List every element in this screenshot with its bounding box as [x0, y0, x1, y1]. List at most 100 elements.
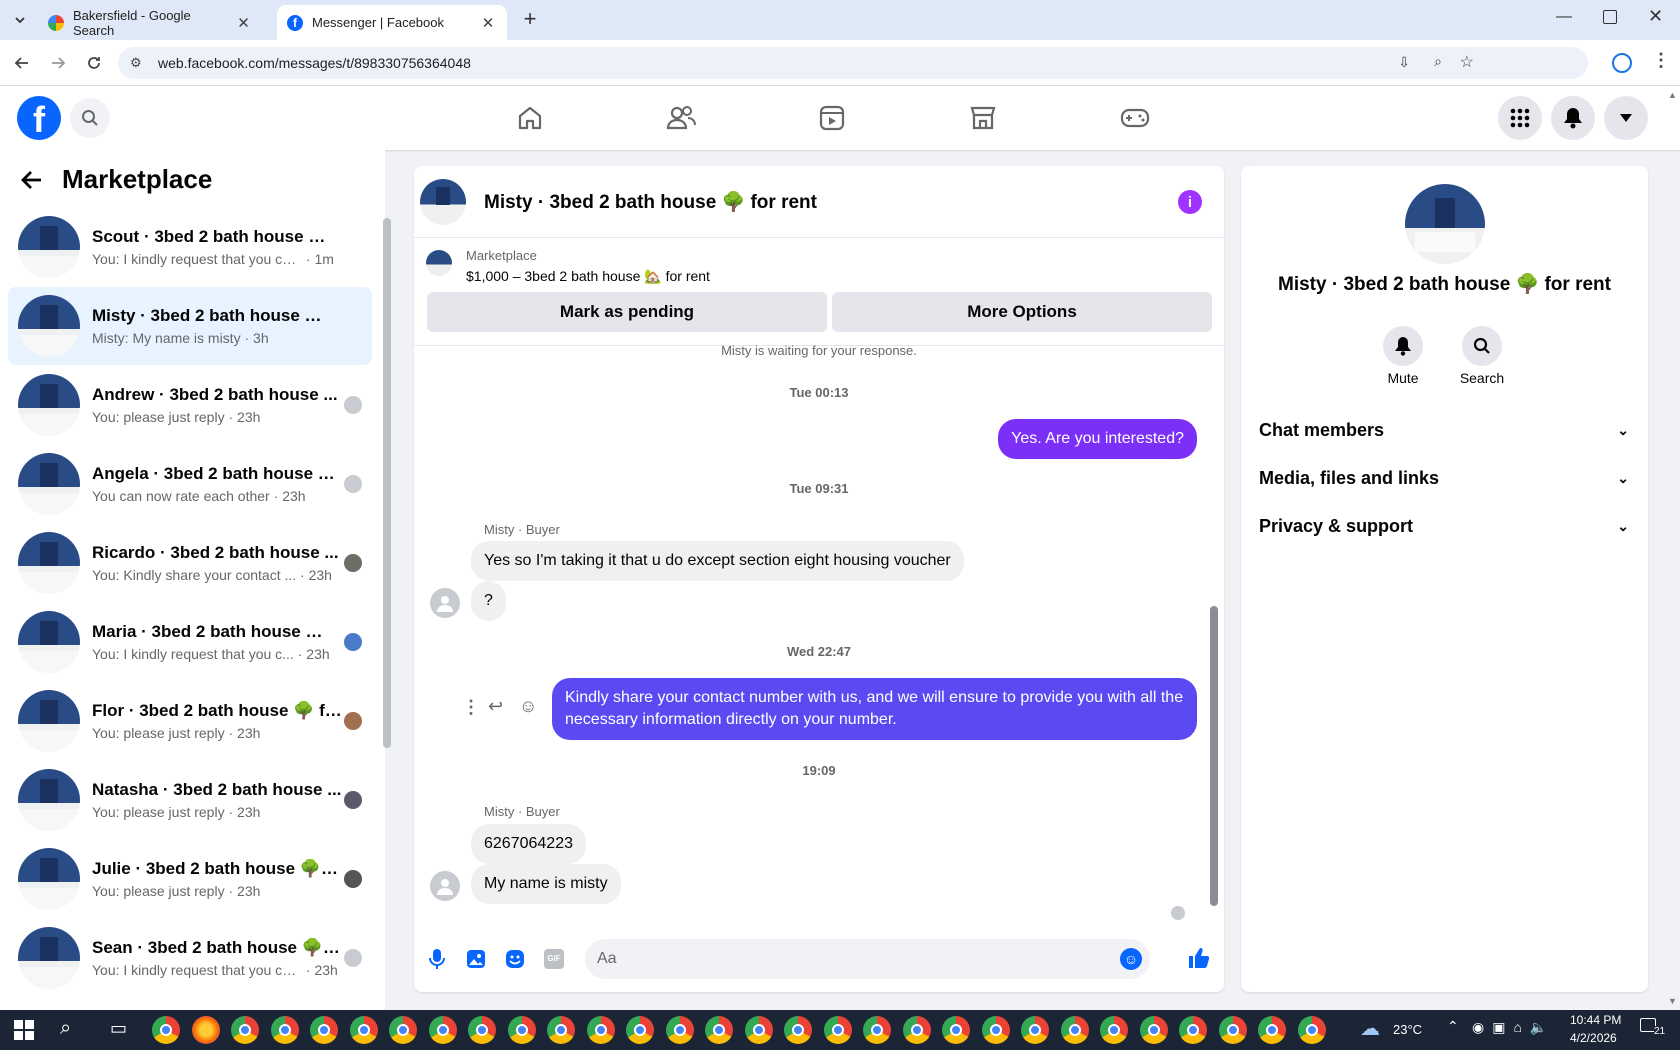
chrome-taskbar-icon[interactable] — [784, 1016, 812, 1044]
notifications-button[interactable] — [1551, 96, 1595, 140]
forward-button[interactable] — [44, 49, 72, 77]
sticker-icon[interactable] — [505, 949, 525, 969]
nav-video[interactable] — [777, 90, 887, 146]
task-view-icon[interactable]: ▭ — [110, 1018, 127, 1039]
chat-avatar[interactable] — [420, 179, 466, 225]
emoji-icon[interactable]: ☺ — [1120, 948, 1142, 970]
like-thumbs-up-icon[interactable] — [1187, 946, 1211, 970]
chat-title[interactable]: Misty · 3bed 2 bath house 🌳 for rent — [484, 190, 817, 214]
tray-icons[interactable]: ◉▣⌂🔈 — [1472, 1019, 1555, 1036]
outgoing-message[interactable]: Yes. Are you interested? — [998, 419, 1197, 459]
chat-scrollbar[interactable] — [1210, 606, 1218, 906]
gif-icon[interactable]: GIF — [544, 949, 564, 969]
back-arrow-button[interactable] — [20, 168, 50, 198]
zoom-icon[interactable]: ⌕ — [1434, 53, 1442, 70]
chrome-taskbar-icon[interactable] — [863, 1016, 891, 1044]
incoming-message[interactable]: 6267064223 — [471, 824, 586, 864]
conversation-item[interactable]: Andrew · 3bed 2 bath house ... You: pleas… — [8, 366, 372, 444]
section-privacy-support[interactable]: Privacy & support ⌄ — [1259, 516, 1629, 537]
chrome-taskbar-icon[interactable] — [1179, 1016, 1207, 1044]
tab-list-dropdown[interactable] — [8, 8, 32, 32]
listing-thumbnail[interactable] — [426, 250, 452, 276]
conversation-item[interactable]: Sean · 3bed 2 bath house 🌳 for ... You: I… — [8, 919, 372, 997]
minimize-button[interactable]: — — [1556, 8, 1576, 28]
more-options-button[interactable]: More Options — [832, 292, 1212, 332]
chrome-taskbar-icon[interactable] — [428, 1016, 457, 1044]
clock-time[interactable]: 10:44 PM — [1570, 1013, 1621, 1027]
nav-gaming[interactable] — [1080, 90, 1190, 146]
section-media-files-links[interactable]: Media, files and links ⌄ — [1259, 468, 1629, 489]
chrome-taskbar-icon[interactable] — [705, 1016, 733, 1044]
new-tab-button[interactable]: + — [518, 8, 542, 32]
conversation-item[interactable]: Natasha · 3bed 2 bath house ... You: plea… — [8, 761, 372, 839]
voice-clip-icon[interactable] — [428, 948, 446, 970]
photo-icon[interactable] — [466, 949, 486, 969]
bookmark-star-icon[interactable]: ☆ — [1460, 52, 1474, 72]
chrome-taskbar-icon[interactable] — [1218, 1016, 1247, 1044]
chrome-taskbar-icon[interactable] — [942, 1016, 970, 1044]
profile-icon[interactable] — [1612, 53, 1632, 73]
weather-temperature[interactable]: 23°C — [1393, 1022, 1422, 1037]
reply-icon[interactable]: ↩ — [488, 696, 503, 717]
page-scroll-up-arrow[interactable]: ▲ — [1668, 90, 1677, 100]
mark-as-pending-button[interactable]: Mark as pending — [427, 292, 827, 332]
chrome-taskbar-icon[interactable] — [231, 1016, 259, 1044]
nav-friends[interactable] — [626, 90, 736, 146]
chrome-taskbar-icon[interactable] — [152, 1016, 180, 1044]
chrome-taskbar-icon[interactable] — [270, 1016, 299, 1044]
chrome-taskbar-icon[interactable] — [1021, 1016, 1049, 1044]
close-tab-icon[interactable]: ✕ — [479, 14, 497, 32]
search-facebook-button[interactable] — [70, 98, 110, 138]
close-window-button[interactable]: ✕ — [1648, 6, 1663, 27]
chrome-taskbar-icon[interactable] — [586, 1016, 615, 1044]
chrome-taskbar-icon[interactable] — [823, 1016, 852, 1044]
search-in-conversation-button[interactable] — [1462, 326, 1502, 366]
chrome-taskbar-icon[interactable] — [1258, 1016, 1286, 1044]
chrome-taskbar-icon[interactable] — [547, 1016, 575, 1044]
conversation-info-button[interactable]: i — [1178, 190, 1202, 214]
chrome-taskbar-icon[interactable] — [310, 1016, 338, 1044]
message-input[interactable]: Aa ☺ — [585, 939, 1150, 979]
outgoing-message[interactable]: Kindly share your contact number with us… — [552, 678, 1197, 740]
conversation-item[interactable]: Misty · 3bed 2 bath house 🌳 for... Misty:… — [8, 287, 372, 365]
chrome-taskbar-icon[interactable] — [349, 1016, 378, 1044]
back-button[interactable] — [8, 49, 36, 77]
menu-button[interactable] — [1498, 96, 1542, 140]
chrome-taskbar-icon[interactable] — [389, 1016, 417, 1044]
tab-google-search[interactable]: Bakersfield - Google Search ✕ — [38, 5, 262, 40]
url-bar[interactable]: ⚙ web.facebook.com/messages/t/8983307563… — [118, 47, 1588, 79]
browser-menu-icon[interactable]: ⋮ — [1652, 50, 1670, 71]
chrome-taskbar-icon[interactable] — [626, 1016, 654, 1044]
chrome-taskbar-icon[interactable] — [507, 1016, 536, 1044]
account-button[interactable] — [1604, 96, 1648, 140]
chrome-taskbar-icon[interactable] — [744, 1016, 773, 1044]
nav-marketplace[interactable] — [928, 90, 1038, 146]
conversation-item[interactable]: Julie · 3bed 2 bath house 🌳 f... You: ple… — [8, 840, 372, 918]
incoming-message[interactable]: ? — [471, 581, 506, 621]
site-info-icon[interactable]: ⚙ — [130, 55, 142, 71]
listing-detail[interactable]: $1,000 – 3bed 2 bath house 🏡 for rent — [466, 268, 710, 285]
incoming-message[interactable]: My name is misty — [471, 864, 621, 904]
conversation-item[interactable]: Angela · 3bed 2 bath house 🌳 f... You can… — [8, 445, 372, 523]
firefox-taskbar-icon[interactable] — [191, 1016, 220, 1044]
close-tab-icon[interactable]: ✕ — [235, 14, 252, 32]
list-scrollbar[interactable] — [383, 218, 391, 748]
chrome-taskbar-icon[interactable] — [1060, 1016, 1089, 1044]
conversation-item[interactable]: Maria · 3bed 2 bath house 🌳 ... You: I ki… — [8, 603, 372, 681]
nav-home[interactable] — [475, 90, 585, 146]
facebook-logo-icon[interactable]: f — [17, 96, 61, 140]
chrome-taskbar-icon[interactable] — [1297, 1016, 1326, 1044]
react-emoji-icon[interactable]: ☺ — [519, 696, 537, 717]
start-button[interactable] — [14, 1020, 34, 1040]
conversation-item[interactable]: Ricardo · 3bed 2 bath house ... You: Kind… — [8, 524, 372, 602]
message-more-icon[interactable]: ⋮ — [462, 697, 480, 718]
tab-messenger[interactable]: f Messenger | Facebook ✕ — [277, 5, 507, 40]
mute-button[interactable] — [1383, 326, 1423, 366]
chrome-taskbar-icon[interactable] — [902, 1016, 931, 1044]
reload-button[interactable] — [80, 49, 108, 77]
incoming-message[interactable]: Yes so I'm taking it that u do except se… — [471, 541, 964, 581]
chrome-taskbar-icon[interactable] — [1100, 1016, 1128, 1044]
details-avatar[interactable] — [1405, 184, 1485, 264]
taskbar-search-icon[interactable]: ⌕ — [60, 1017, 71, 1040]
weather-icon[interactable]: ☁ — [1360, 1016, 1380, 1041]
